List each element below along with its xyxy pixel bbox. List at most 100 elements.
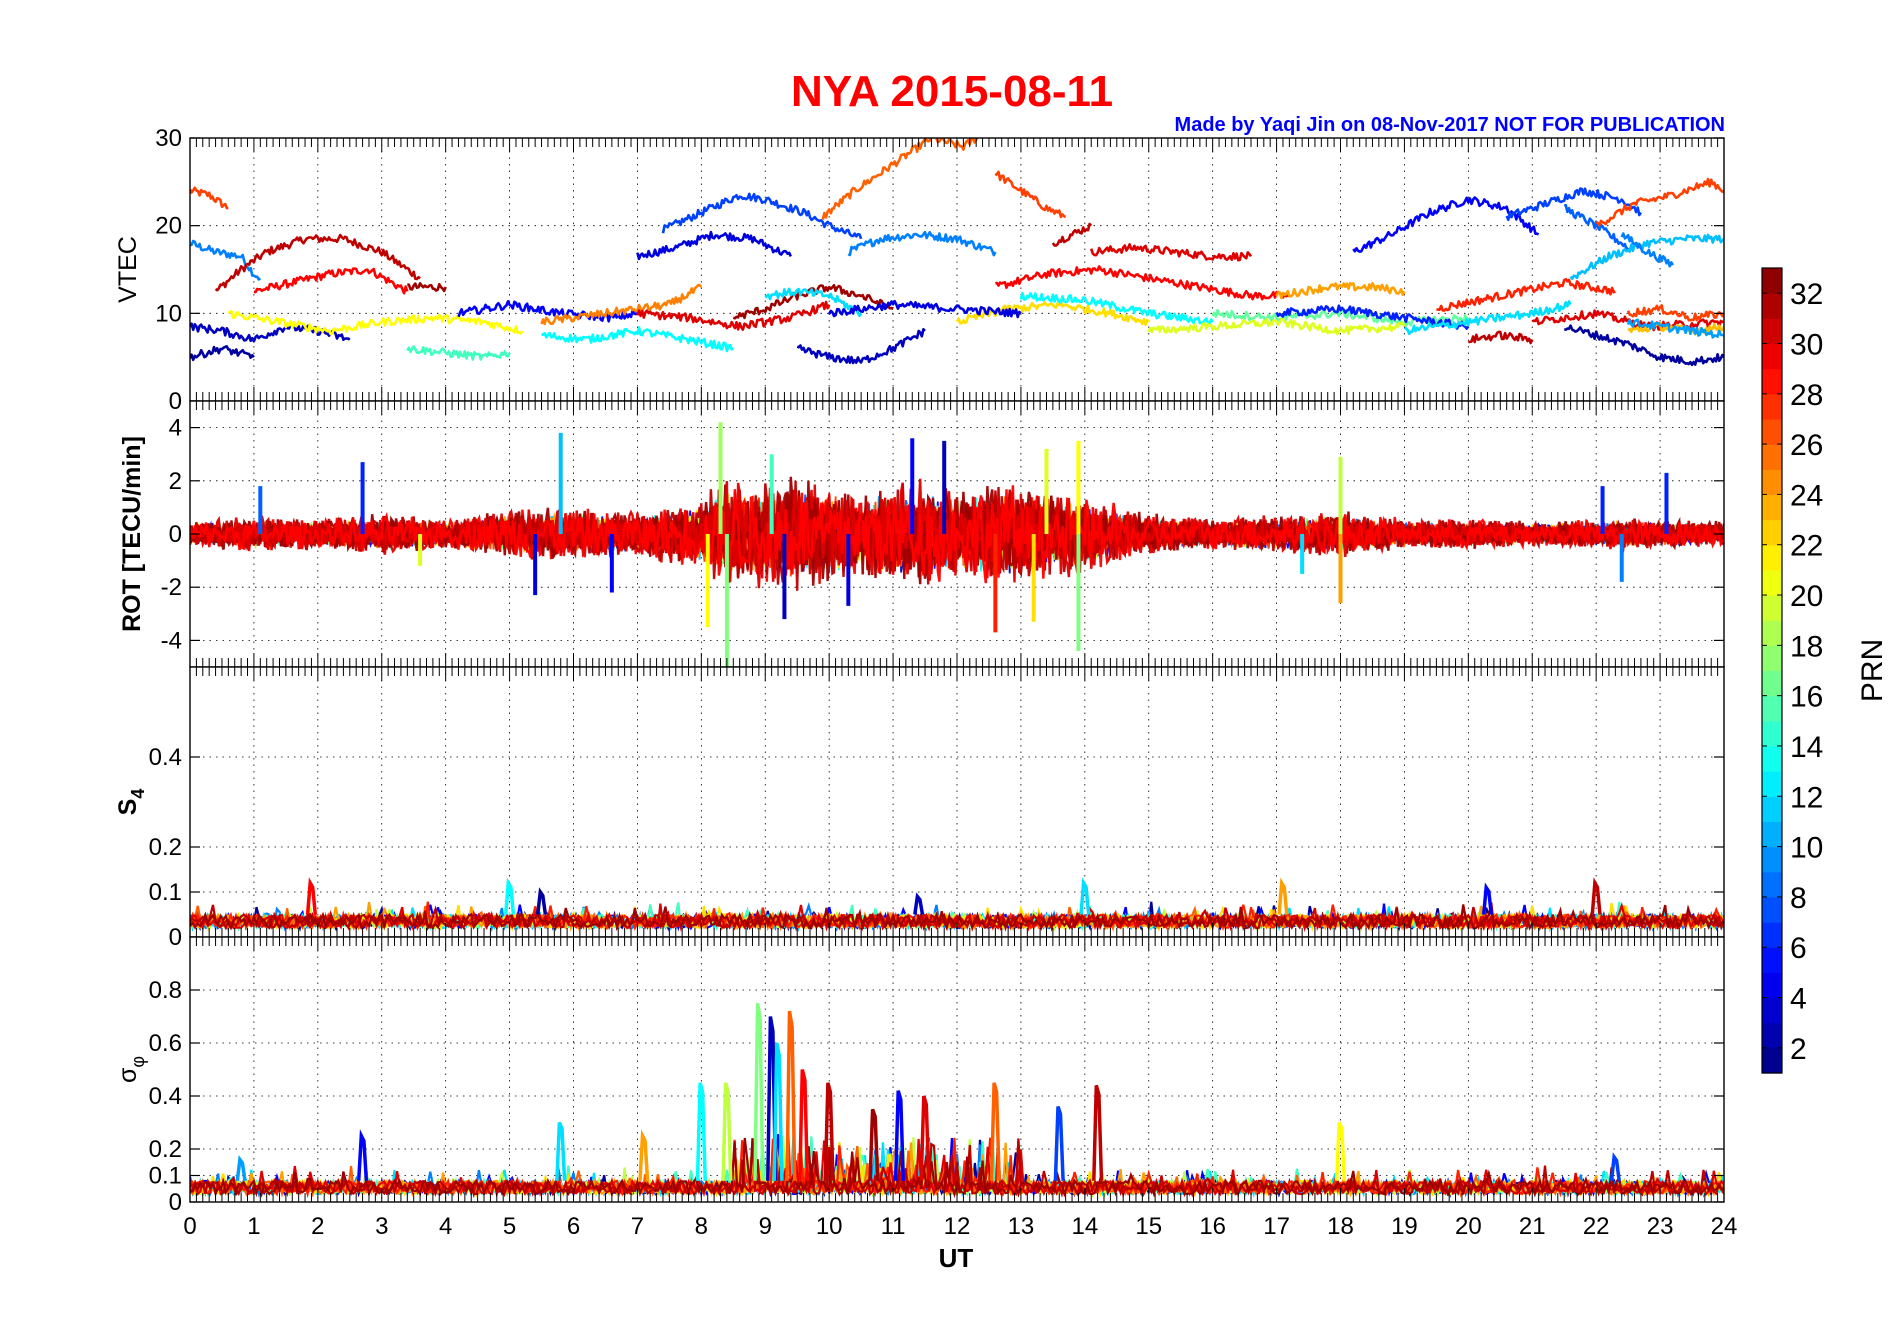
colorbar-segment (1762, 544, 1782, 571)
colorbar-segment (1762, 519, 1782, 546)
y-axis-label-subscript: 4 (128, 789, 148, 799)
x-tick-label: 21 (1519, 1213, 1546, 1240)
colorbar-tick-label: 30 (1790, 328, 1823, 361)
colorbar-tick-label: 6 (1790, 932, 1807, 965)
x-tick-label: 2 (311, 1213, 324, 1240)
y-tick-label: 0.2 (149, 834, 182, 861)
colorbar-tick-label: 22 (1790, 530, 1823, 563)
y-tick-label: 0.2 (149, 1136, 182, 1163)
colorbar-segment (1762, 469, 1782, 496)
y-axis-label-subscript: φ (128, 1056, 148, 1068)
y-tick-label: 10 (155, 300, 182, 327)
colorbar-tick-label: 4 (1790, 983, 1807, 1016)
colorbar-segment (1762, 771, 1782, 797)
x-tick-label: 16 (1199, 1213, 1226, 1240)
colorbar-segment (1762, 871, 1782, 898)
x-tick-label: 10 (816, 1213, 843, 1240)
colorbar-segment (1762, 972, 1782, 999)
prn-colorbar: 2468101214161820222426283032PRN (1761, 267, 1889, 1074)
colorbar-segment (1762, 821, 1782, 848)
colorbar-segment (1762, 645, 1782, 672)
colorbar-tick-label: 28 (1790, 379, 1823, 412)
colorbar-segment (1762, 595, 1782, 621)
colorbar-segment (1762, 745, 1782, 772)
y-tick-label: 0 (169, 924, 182, 951)
y-tick-label: 0.8 (149, 977, 182, 1004)
chart-title: NYA 2015-08-11 (791, 67, 1113, 116)
x-tick-label: 17 (1263, 1213, 1290, 1240)
colorbar-segment (1762, 796, 1782, 823)
colorbar-segment (1762, 846, 1782, 873)
x-tick-label: 11 (881, 1213, 906, 1240)
colorbar-segment (1762, 695, 1782, 722)
y-axis-label: S4 (114, 789, 148, 816)
y-tick-label: 4 (169, 415, 182, 442)
colorbar-tick-label: 20 (1790, 580, 1823, 613)
y-tick-label: 0 (169, 521, 182, 548)
y-tick-label: 2 (169, 468, 182, 495)
x-tick-label: 3 (375, 1213, 388, 1240)
x-tick-label: 12 (944, 1213, 971, 1240)
colorbar-segment (1762, 1022, 1782, 1049)
colorbar-tick-label: 26 (1790, 429, 1823, 462)
y-tick-label: -4 (161, 627, 182, 654)
y-axis-label: σφ (114, 1056, 148, 1083)
x-tick-label: 6 (567, 1213, 580, 1240)
x-axis-label: UT (939, 1243, 974, 1273)
colorbar-segment (1762, 268, 1782, 294)
colorbar-tick-label: 2 (1790, 1033, 1807, 1066)
colorbar-tick-label: 8 (1790, 882, 1807, 915)
colorbar-tick-label: 12 (1790, 781, 1823, 814)
x-tick-label: 14 (1071, 1213, 1098, 1240)
colorbar-segment (1762, 896, 1782, 923)
colorbar-tick-label: 10 (1790, 832, 1823, 865)
y-axis-label: VTEC (114, 236, 142, 303)
x-tick-label: 5 (503, 1213, 516, 1240)
colorbar-segment (1762, 620, 1782, 646)
y-tick-label: 30 (155, 125, 182, 152)
x-tick-label: 19 (1391, 1213, 1418, 1240)
colorbar-label: PRN (1856, 639, 1889, 702)
colorbar-segment (1762, 368, 1782, 395)
colorbar-tick-label: 18 (1790, 630, 1823, 663)
x-tick-label: 20 (1455, 1213, 1482, 1240)
y-tick-label: -2 (161, 574, 182, 601)
colorbar-tick-label: 32 (1790, 278, 1823, 311)
y-tick-label: 0 (169, 1189, 182, 1216)
x-tick-label: 15 (1135, 1213, 1162, 1240)
colorbar-segment (1762, 922, 1782, 948)
colorbar-segment (1762, 494, 1782, 521)
x-tick-label: 0 (183, 1213, 196, 1240)
colorbar-segment (1762, 947, 1782, 973)
colorbar-segment (1762, 997, 1782, 1024)
rot-panel: -4 -2 0 2 4 ROT [TECU/min] (118, 400, 1725, 668)
y-tick-label: 20 (155, 213, 182, 240)
credit-note: Made by Yaqi Jin on 08-Nov-2017 NOT FOR … (1175, 114, 1725, 136)
y-axis-label: ROT [TECU/min] (118, 436, 146, 632)
colorbar-segment (1762, 293, 1782, 319)
colorbar-tick-label: 14 (1790, 731, 1823, 764)
x-tick-label: 24 (1711, 1213, 1738, 1240)
x-tick-label: 22 (1583, 1213, 1610, 1240)
colorbar-tick-label: 24 (1790, 479, 1823, 512)
y-tick-label: 0.4 (149, 1083, 182, 1110)
x-tick-label: 1 (247, 1213, 260, 1240)
colorbar-segment (1762, 670, 1782, 697)
y-tick-label: 0.4 (149, 744, 182, 771)
colorbar-segment (1762, 393, 1782, 420)
x-tick-label: 18 (1327, 1213, 1354, 1240)
x-tick-label: 8 (695, 1213, 708, 1240)
colorbar-segment (1762, 418, 1782, 445)
y-tick-label: 0.1 (149, 1163, 182, 1190)
colorbar-tick-label: 16 (1790, 681, 1823, 714)
y-tick-label: 0.1 (149, 879, 182, 906)
x-tick-label: 4 (439, 1213, 452, 1240)
x-tick-label: 13 (1008, 1213, 1035, 1240)
y-tick-label: 0 (169, 388, 182, 415)
figure: NYA 2015-08-11 Made by Yaqi Jin on 08-No… (114, 67, 1889, 1273)
colorbar-segment (1762, 343, 1782, 370)
colorbar-segment (1762, 569, 1782, 596)
colorbar-segment (1762, 720, 1782, 747)
colorbar-segment (1762, 1047, 1782, 1074)
sigma-phi-panel: 00.10.20.40.60.8σφ0 1 2 3 4 5 6 7 8 9 10 11 12 13 14 15… (114, 936, 1738, 1240)
